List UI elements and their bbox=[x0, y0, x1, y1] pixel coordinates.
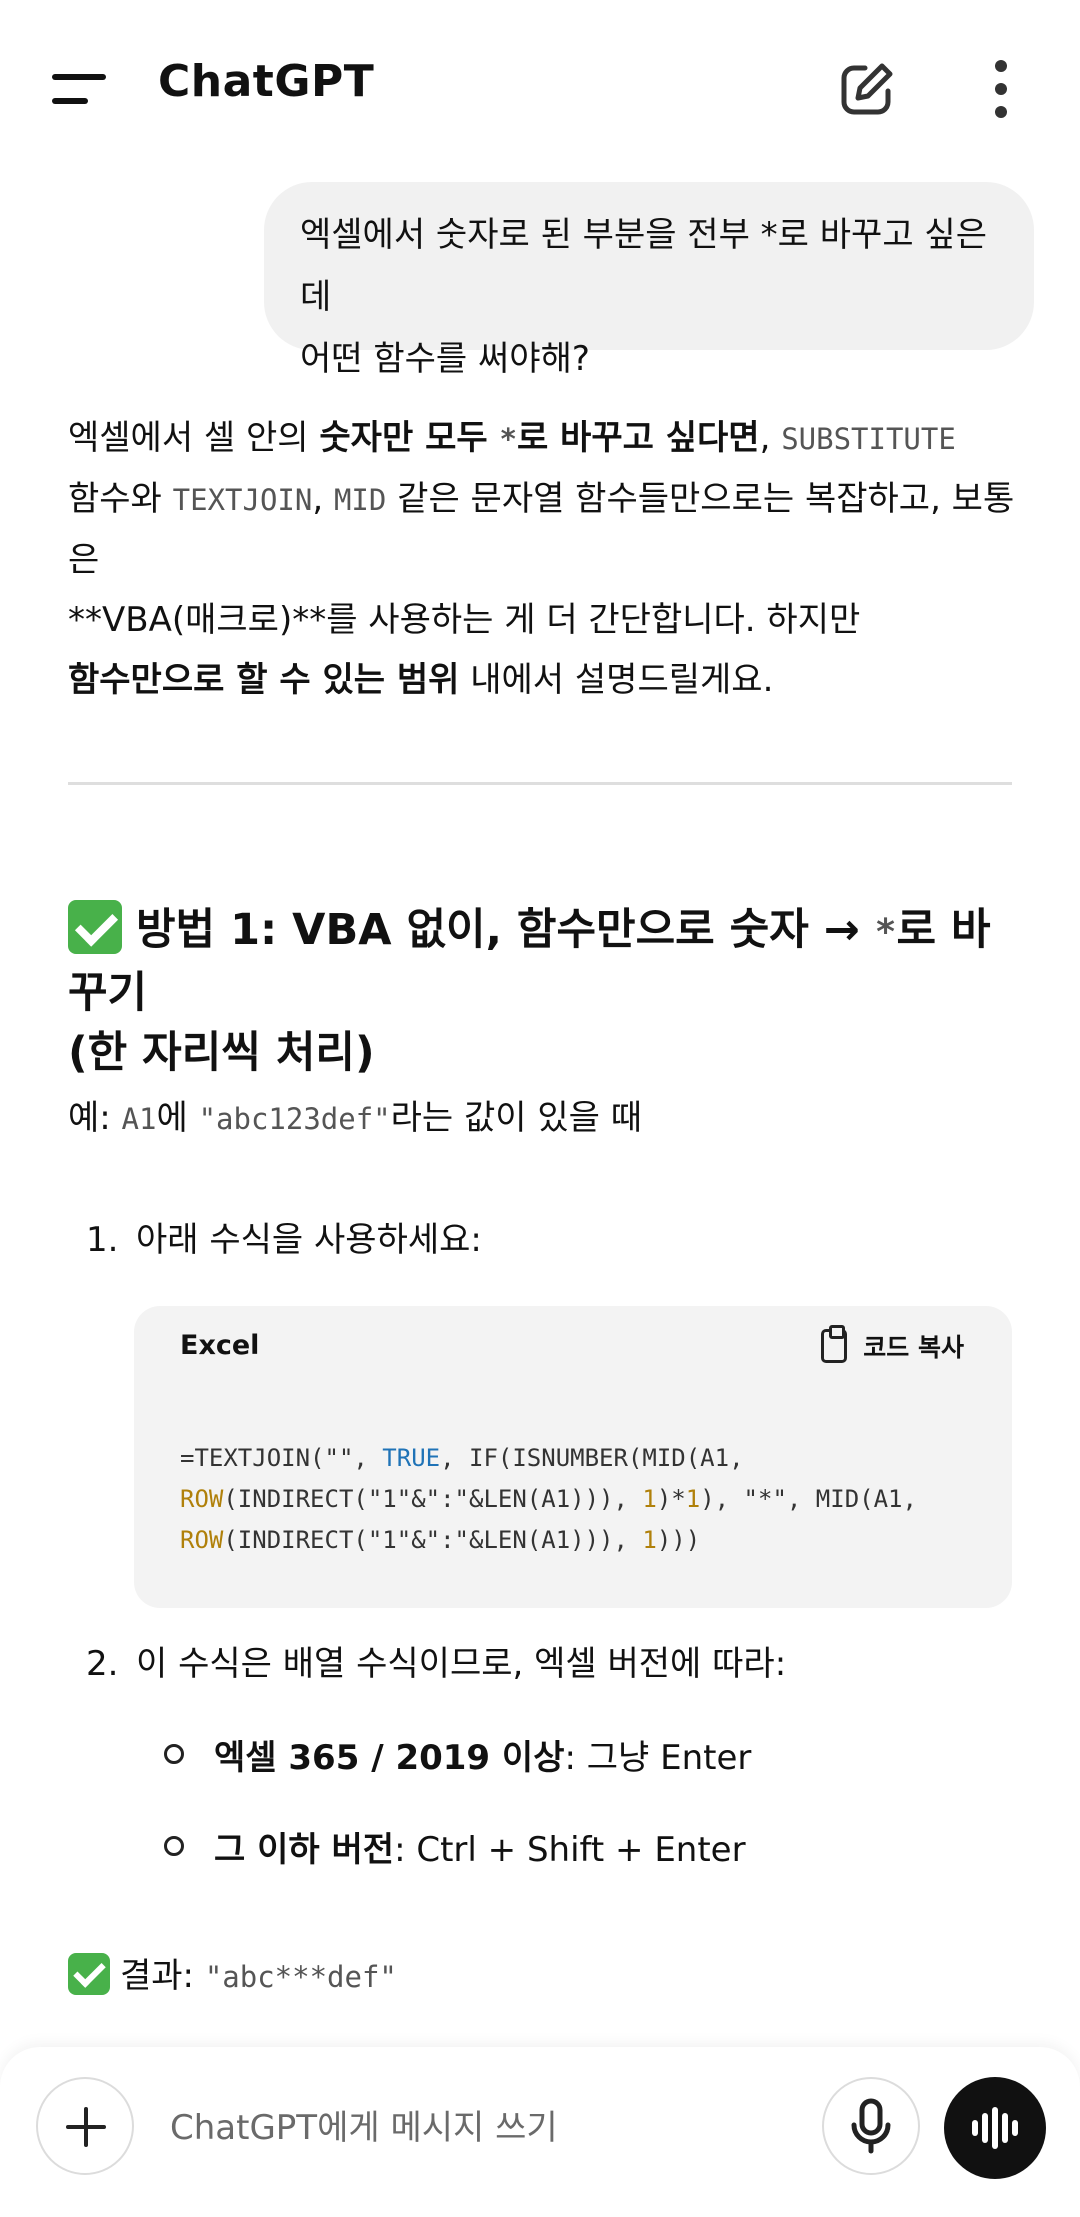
sub-list-item: 그 이하 버전: Ctrl + Shift + Enter bbox=[164, 1822, 746, 1871]
bold-text: 엑셀 365 / 2019 이상 bbox=[214, 1738, 565, 1778]
list-item: 2. 이 수식은 배열 수식이므로, 엑셀 버전에 따라: bbox=[86, 1636, 786, 1685]
bold-text: 로 바꾸고 싶다면 bbox=[516, 418, 760, 458]
code-token: ), "*", MID(A1, bbox=[700, 1485, 917, 1513]
code-token: 1 bbox=[685, 1485, 701, 1513]
code-token: ))) bbox=[656, 1526, 701, 1554]
text: 라는 값이 있을 때 bbox=[390, 1098, 643, 1138]
inline-code: "abc123def" bbox=[198, 1102, 391, 1136]
list-number: 2. bbox=[86, 1644, 119, 1684]
code-content: =TEXTJOIN("", TRUE, IF(ISNUMBER(MID(A1, … bbox=[180, 1438, 917, 1561]
heading-text: (한 자리씩 처리) bbox=[68, 1028, 375, 1078]
copy-code-button[interactable]: 코드 복사 bbox=[821, 1325, 964, 1364]
code-token: 1 bbox=[642, 1485, 657, 1513]
answer-line: 함수와 TEXTJOIN, MID 같은 문자열 함수들만으로는 복잡하고, 보… bbox=[68, 469, 1018, 590]
answer-line: **VBA(매크로)**를 사용하는 게 더 간단합니다. 하지만 bbox=[68, 600, 861, 640]
inline-code: "abc***def" bbox=[204, 1960, 397, 1994]
microphone-button[interactable] bbox=[822, 2077, 920, 2175]
bold-text: 함수만으로 할 수 있는 범위 bbox=[68, 660, 460, 700]
add-attachment-button[interactable] bbox=[36, 2077, 134, 2175]
code-token: (INDIRECT("1"&":"&LEN(A1))), bbox=[223, 1485, 643, 1513]
text: 예: bbox=[68, 1098, 122, 1138]
inline-code: A1 bbox=[121, 1102, 157, 1136]
code-token: TRUE bbox=[382, 1444, 441, 1472]
inline-code: * bbox=[499, 422, 517, 456]
bullet-icon bbox=[164, 1836, 184, 1856]
app-title: ChatGPT bbox=[158, 56, 375, 107]
code-token: , IF(ISNUMBER(MID(A1, bbox=[440, 1444, 744, 1472]
assistant-intro: 엑셀에서 셀 안의 숫자만 모두 *로 바꾸고 싶다면, SUBSTITUTE … bbox=[68, 408, 1018, 710]
inline-code: SUBSTITUTE bbox=[781, 422, 956, 456]
list-number: 1. bbox=[86, 1220, 119, 1260]
text: 결과: bbox=[120, 1956, 205, 1996]
code-token: )* bbox=[656, 1485, 686, 1513]
bold-text: 숫자만 모두 bbox=[319, 418, 500, 458]
code-language-label: Excel bbox=[180, 1330, 260, 1361]
text: 함수와 bbox=[68, 479, 173, 519]
menu-icon[interactable] bbox=[52, 70, 108, 110]
bold-text: 그 이하 버전 bbox=[214, 1830, 395, 1870]
list-text: 이 수식은 배열 수식이므로, 엑셀 버전에 따라: bbox=[136, 1644, 787, 1684]
inline-code: * bbox=[874, 912, 897, 953]
code-token: ROW bbox=[180, 1485, 224, 1513]
answer-line: 함수만으로 할 수 있는 범위 내에서 설명드릴게요. bbox=[68, 650, 1018, 710]
user-message-line: 어떤 함수를 써야해? bbox=[300, 339, 590, 379]
check-icon bbox=[68, 1953, 110, 1995]
copy-code-label: 코드 복사 bbox=[863, 1333, 964, 1362]
example-text: 예: A1에 "abc123def"라는 값이 있을 때 bbox=[68, 1090, 642, 1139]
code-block: Excel 코드 복사 =TEXTJOIN("", TRUE, IF(ISNUM… bbox=[134, 1306, 1012, 1608]
more-options-icon[interactable] bbox=[985, 60, 1017, 120]
code-token: ROW bbox=[180, 1526, 224, 1554]
user-message-line: 엑셀에서 숫자로 된 부분을 전부 *로 바꾸고 싶은데 bbox=[300, 215, 987, 317]
inline-code: MID bbox=[333, 483, 387, 517]
message-input[interactable] bbox=[168, 2099, 802, 2157]
code-token: =TEXTJOIN("", bbox=[180, 1444, 383, 1472]
answer-line: 엑셀에서 셀 안의 숫자만 모두 *로 바꾸고 싶다면, SUBSTITUTE bbox=[68, 408, 1018, 469]
list-item: 1. 아래 수식을 사용하세요: bbox=[86, 1212, 482, 1261]
microphone-icon bbox=[851, 2098, 891, 2154]
text: 내에서 설명드릴게요. bbox=[459, 660, 774, 700]
sub-list-item: 엑셀 365 / 2019 이상: 그냥 Enter bbox=[164, 1730, 751, 1779]
text: , bbox=[759, 418, 782, 458]
inline-code: TEXTJOIN bbox=[172, 483, 313, 517]
section-divider bbox=[68, 782, 1012, 785]
code-token: 1 bbox=[642, 1526, 657, 1554]
clipboard-icon bbox=[821, 1325, 848, 1363]
waveform-icon bbox=[972, 2107, 1018, 2149]
top-bar: ChatGPT bbox=[0, 0, 1080, 170]
list-text: 아래 수식을 사용하세요: bbox=[136, 1220, 482, 1260]
result-line: 결과: "abc***def" bbox=[68, 1948, 397, 1997]
voice-mode-button[interactable] bbox=[944, 2077, 1046, 2179]
text: 엑셀에서 셀 안의 bbox=[68, 418, 320, 458]
heading-text: 방법 1: VBA 없이, 함수만으로 숫자 → bbox=[136, 905, 875, 955]
message-composer bbox=[0, 2047, 1080, 2217]
user-message-bubble: 엑셀에서 숫자로 된 부분을 전부 *로 바꾸고 싶은데 어떤 함수를 써야해? bbox=[264, 182, 1034, 379]
method-heading: 방법 1: VBA 없이, 함수만으로 숫자 → *로 바꾸기 (한 자리씩 처… bbox=[68, 900, 1018, 1083]
text: : 그냥 Enter bbox=[564, 1738, 752, 1778]
new-chat-icon[interactable] bbox=[838, 60, 896, 118]
check-icon bbox=[68, 900, 122, 954]
bullet-icon bbox=[164, 1744, 184, 1764]
text: : Ctrl + Shift + Enter bbox=[394, 1830, 746, 1870]
code-token: (INDIRECT("1"&":"&LEN(A1))), bbox=[223, 1526, 643, 1554]
text: 에 bbox=[156, 1098, 199, 1138]
text: , bbox=[312, 479, 334, 519]
